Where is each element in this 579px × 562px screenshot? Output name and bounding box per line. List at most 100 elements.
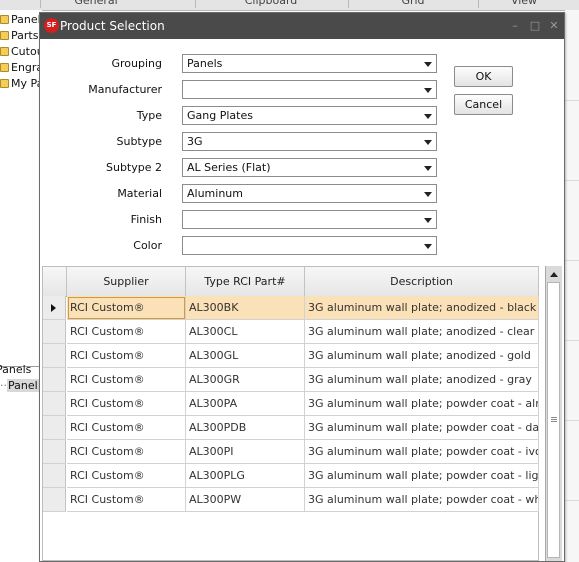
description-cell[interactable]: 3G aluminum wall plate; anodized - black <box>305 296 539 320</box>
chevron-down-icon <box>424 218 432 223</box>
ribbon-tab-clipboard[interactable]: Clipboard <box>195 0 346 8</box>
description-cell[interactable]: 3G aluminum wall plate; anodized - gold <box>305 344 539 368</box>
material-dropdown[interactable]: Aluminum <box>182 184 437 203</box>
supplier-cell[interactable]: RCI Custom® <box>67 368 186 392</box>
table-row[interactable]: RCI Custom® AL300PDB 3G aluminum wall pl… <box>43 416 539 440</box>
row-selector[interactable] <box>43 344 66 368</box>
supplier-cell[interactable]: RCI Custom® <box>67 344 186 368</box>
background-tree-panel: Panels Parts Cutouts Engraving My Parts … <box>0 10 67 562</box>
table-row[interactable]: RCI Custom® AL300PA 3G aluminum wall pla… <box>43 392 539 416</box>
part-cell[interactable]: AL300GL <box>186 344 305 368</box>
ribbon-tab-general[interactable]: General <box>40 0 151 8</box>
chevron-down-icon <box>424 62 432 67</box>
row-selector[interactable] <box>43 368 66 392</box>
folder-icon <box>0 63 9 72</box>
background-gridline <box>565 420 579 421</box>
supplier-cell[interactable]: RCI Custom® <box>67 416 186 440</box>
row-selector[interactable] <box>43 416 66 440</box>
grip-icon <box>551 419 557 420</box>
description-cell[interactable]: 3G aluminum wall plate; anodized - clear <box>305 320 539 344</box>
part-cell[interactable]: AL300PI <box>186 440 305 464</box>
part-cell[interactable]: AL300PA <box>186 392 305 416</box>
tree-item-panel[interactable]: ··Panel <box>0 378 39 394</box>
minimize-icon[interactable]: – <box>508 19 522 33</box>
description-cell[interactable]: 3G aluminum wall plate; powder coat - al… <box>305 392 539 416</box>
description-cell[interactable]: 3G aluminum wall plate; powder coat - wh… <box>305 488 539 512</box>
column-header-description[interactable]: Description <box>305 267 539 296</box>
close-icon[interactable]: ✕ <box>547 19 561 33</box>
supplier-cell[interactable]: RCI Custom® <box>67 320 186 344</box>
ok-button[interactable]: OK <box>454 66 513 87</box>
part-cell[interactable]: AL300GR <box>186 368 305 392</box>
scroll-up-icon[interactable] <box>550 272 558 277</box>
ribbon-tab-view[interactable]: View <box>478 0 569 8</box>
finish-dropdown[interactable] <box>182 210 437 229</box>
row-header-corner <box>43 267 67 296</box>
background-gridline <box>565 260 579 261</box>
part-cell[interactable]: AL300BK <box>186 296 305 320</box>
grip-icon <box>551 421 557 422</box>
grouping-label: Grouping <box>111 57 163 70</box>
background-gridline <box>565 500 579 501</box>
row-selector[interactable] <box>43 296 66 320</box>
description-cell[interactable]: 3G aluminum wall plate; anodized - gray <box>305 368 539 392</box>
subtype-dropdown[interactable]: 3G <box>182 132 437 151</box>
table-row[interactable]: RCI Custom® AL300BK 3G aluminum wall pla… <box>43 296 539 320</box>
subtype2-dropdown[interactable]: AL Series (Flat) <box>182 158 437 177</box>
color-dropdown[interactable] <box>182 236 437 255</box>
row-selector[interactable] <box>43 320 66 344</box>
filter-form: Grouping Panels Manufacturer Type Gang P… <box>40 39 564 268</box>
supplier-cell[interactable]: RCI Custom® <box>67 440 186 464</box>
table-row[interactable]: RCI Custom® AL300GL 3G aluminum wall pla… <box>43 344 539 368</box>
row-selector[interactable] <box>43 464 66 488</box>
material-value: Aluminum <box>187 187 243 200</box>
description-cell[interactable]: 3G aluminum wall plate; powder coat - iv… <box>305 440 539 464</box>
maximize-icon[interactable]: □ <box>528 19 542 33</box>
supplier-cell[interactable]: RCI Custom® <box>67 464 186 488</box>
chevron-down-icon <box>424 244 432 249</box>
grid-vertical-scrollbar[interactable] <box>545 266 562 561</box>
description-cell[interactable]: 3G aluminum wall plate; powder coat - da… <box>305 416 539 440</box>
app-logo-icon: SF <box>44 18 59 33</box>
part-cell[interactable]: AL300PLG <box>186 464 305 488</box>
type-label: Type <box>136 109 162 122</box>
subtype2-label: Subtype 2 <box>105 161 162 174</box>
finish-label: Finish <box>130 213 162 226</box>
cancel-button[interactable]: Cancel <box>454 94 513 115</box>
chevron-down-icon <box>424 88 432 93</box>
grouping-dropdown[interactable]: Panels <box>182 54 437 73</box>
row-selector[interactable] <box>43 392 66 416</box>
row-selector[interactable] <box>43 440 66 464</box>
material-label: Material <box>117 187 162 200</box>
table-row[interactable]: RCI Custom® AL300PLG 3G aluminum wall pl… <box>43 464 539 488</box>
column-header-part[interactable]: Type RCI Part# <box>186 267 305 296</box>
table-row[interactable]: RCI Custom® AL300PW 3G aluminum wall pla… <box>43 488 539 512</box>
part-cell[interactable]: AL300PW <box>186 488 305 512</box>
grid-header: Supplier Type RCI Part# Description <box>43 267 539 297</box>
manufacturer-dropdown[interactable] <box>182 80 437 99</box>
table-row[interactable]: RCI Custom® AL300CL 3G aluminum wall pla… <box>43 320 539 344</box>
dialog-title: Product Selection <box>60 19 165 33</box>
folder-icon <box>0 15 9 24</box>
color-label: Color <box>133 239 162 252</box>
column-header-supplier[interactable]: Supplier <box>67 267 186 296</box>
manufacturer-label: Manufacturer <box>88 83 162 96</box>
description-cell[interactable]: 3G aluminum wall plate; powder coat - li… <box>305 464 539 488</box>
part-cell[interactable]: AL300CL <box>186 320 305 344</box>
supplier-cell[interactable]: RCI Custom® <box>67 392 186 416</box>
background-ribbon: General Clipboard Grid View <box>0 0 579 11</box>
background-gridline <box>565 180 579 181</box>
tree-item-parts[interactable]: Parts <box>0 28 38 44</box>
supplier-cell[interactable]: RCI Custom® <box>67 488 186 512</box>
scrollbar-thumb[interactable] <box>547 282 560 558</box>
subtype-value: 3G <box>187 135 203 148</box>
dialog-titlebar[interactable]: SF Product Selection – □ ✕ <box>40 13 564 39</box>
supplier-cell[interactable]: RCI Custom® <box>67 296 186 320</box>
type-dropdown[interactable]: Gang Plates <box>182 106 437 125</box>
row-selector[interactable] <box>43 488 66 512</box>
table-row[interactable]: RCI Custom® AL300PI 3G aluminum wall pla… <box>43 440 539 464</box>
results-grid: Supplier Type RCI Part# Description RCI … <box>42 266 539 561</box>
table-row[interactable]: RCI Custom® AL300GR 3G aluminum wall pla… <box>43 368 539 392</box>
part-cell[interactable]: AL300PDB <box>186 416 305 440</box>
ribbon-tab-grid[interactable]: Grid <box>348 0 477 8</box>
